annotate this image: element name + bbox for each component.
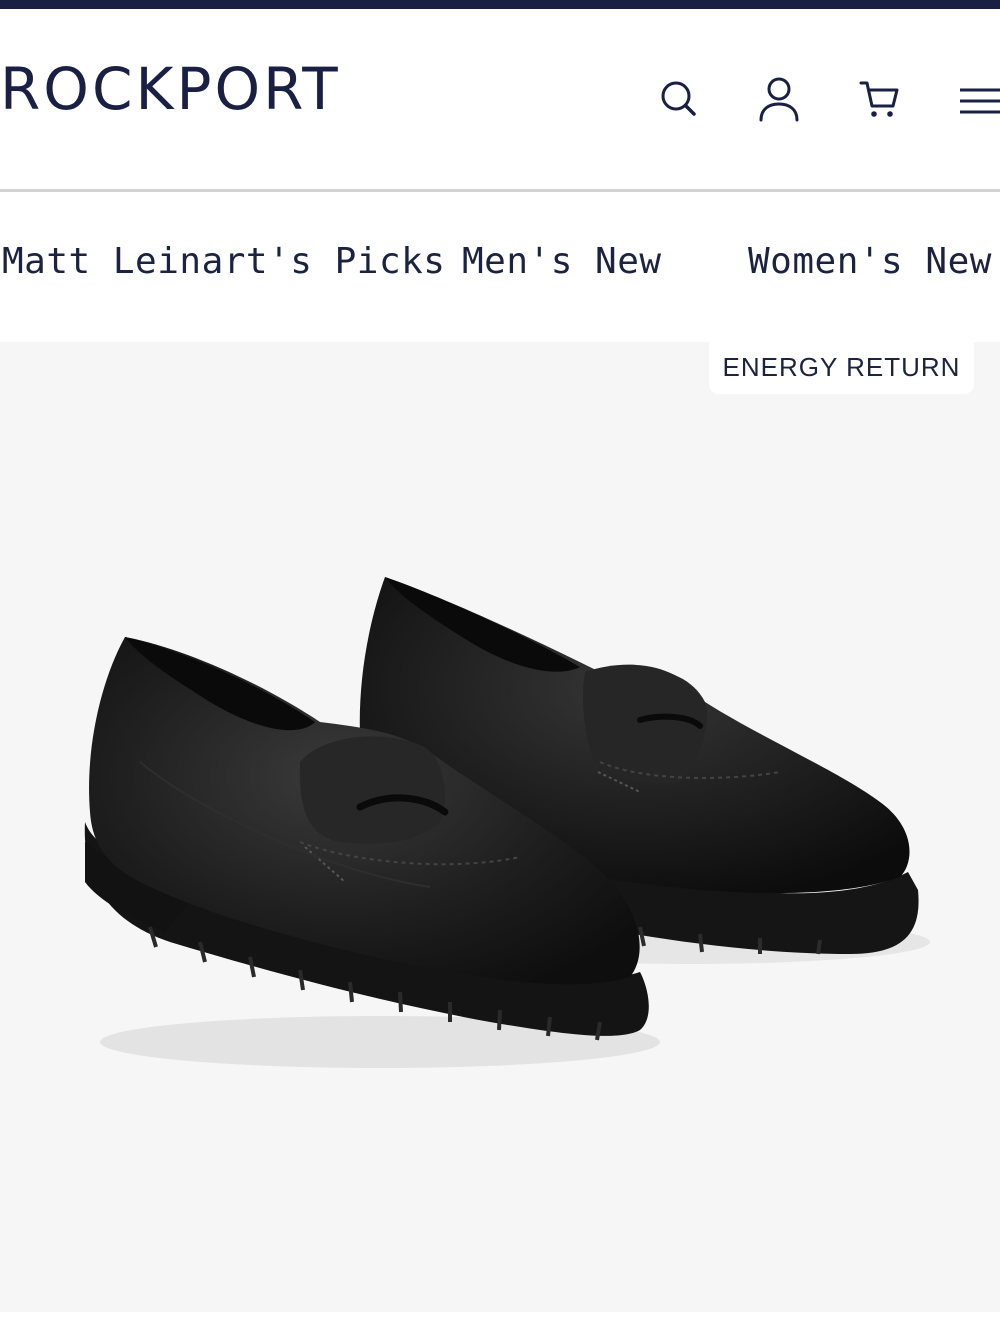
category-nav: Matt Leinart's Picks Men's New Women's N…: [0, 192, 1000, 342]
top-accent-bar: [0, 0, 1000, 9]
brand-logo[interactable]: ROCKPORT: [0, 58, 341, 120]
nav-item-matt-leinarts-picks[interactable]: Matt Leinart's Picks: [2, 240, 445, 284]
feature-badge: ENERGY RETURN: [709, 342, 974, 394]
menu-icon[interactable]: [954, 77, 1000, 125]
nav-item-mens-new[interactable]: Men's New: [462, 240, 662, 284]
site-header: ROCKPORT: [0, 9, 1000, 190]
cart-icon[interactable]: [856, 75, 904, 123]
product-image[interactable]: [0, 342, 1000, 1312]
product-hero: ENERGY RETURN: [0, 342, 1000, 1312]
account-icon[interactable]: [755, 75, 803, 123]
nav-item-womens-new[interactable]: Women's New: [748, 240, 992, 284]
search-icon[interactable]: [655, 75, 703, 123]
